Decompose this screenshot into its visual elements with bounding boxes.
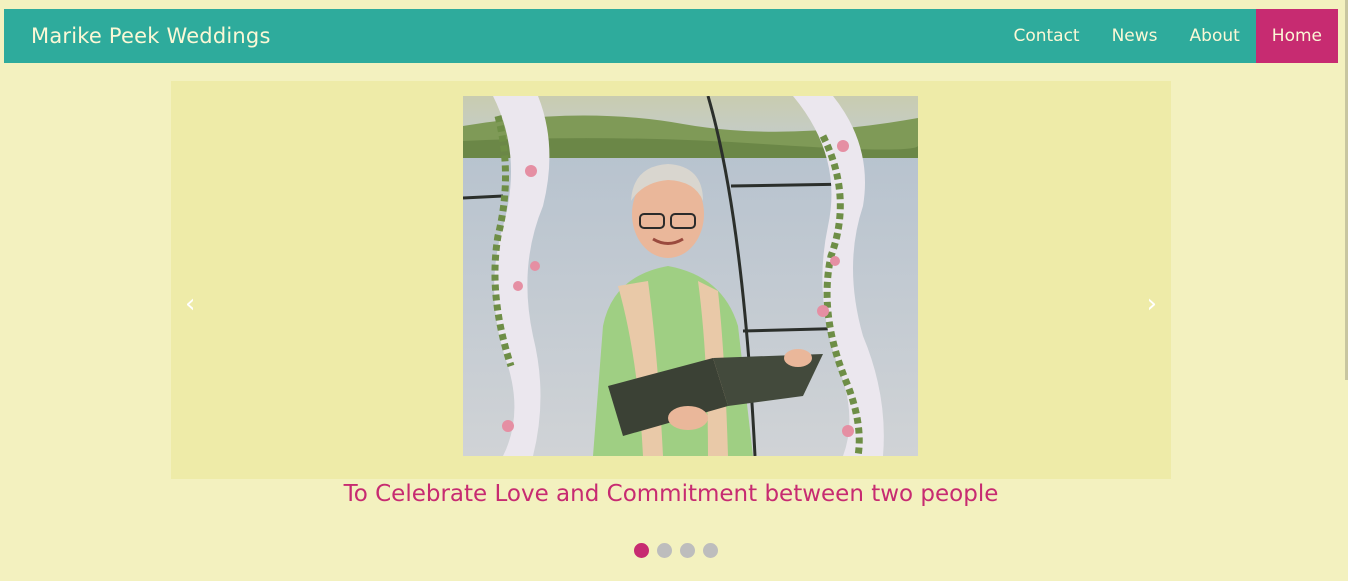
slide-photo bbox=[463, 96, 918, 456]
nav-item-label: Home bbox=[1271, 26, 1322, 46]
nav-item-news[interactable]: News bbox=[1096, 9, 1174, 63]
nav-item-about[interactable]: About bbox=[1174, 9, 1256, 63]
nav-item-label: About bbox=[1189, 26, 1240, 46]
slide-caption: To Celebrate Love and Commitment between… bbox=[343, 481, 999, 507]
carousel-indicators bbox=[0, 543, 1348, 558]
nav-item-label: News bbox=[1111, 26, 1158, 46]
celebrant-photo bbox=[463, 96, 918, 456]
nav-links: Contact News About Home bbox=[997, 9, 1338, 63]
nav-item-contact[interactable]: Contact bbox=[997, 9, 1095, 63]
carousel-dot-1[interactable] bbox=[634, 543, 649, 558]
navbar: Marike Peek Weddings Contact News About … bbox=[4, 9, 1338, 63]
carousel-dot-4[interactable] bbox=[703, 543, 718, 558]
carousel-prev-icon[interactable]: ‹ bbox=[185, 291, 195, 317]
page: Marike Peek Weddings Contact News About … bbox=[0, 0, 1348, 581]
nav-item-label: Contact bbox=[1013, 26, 1080, 46]
carousel-dot-3[interactable] bbox=[680, 543, 695, 558]
image-carousel: ‹ › bbox=[171, 81, 1171, 479]
carousel-next-icon[interactable]: › bbox=[1147, 291, 1157, 317]
brand-title[interactable]: Marike Peek Weddings bbox=[31, 24, 271, 48]
carousel-dot-2[interactable] bbox=[657, 543, 672, 558]
nav-item-home[interactable]: Home bbox=[1255, 9, 1338, 63]
